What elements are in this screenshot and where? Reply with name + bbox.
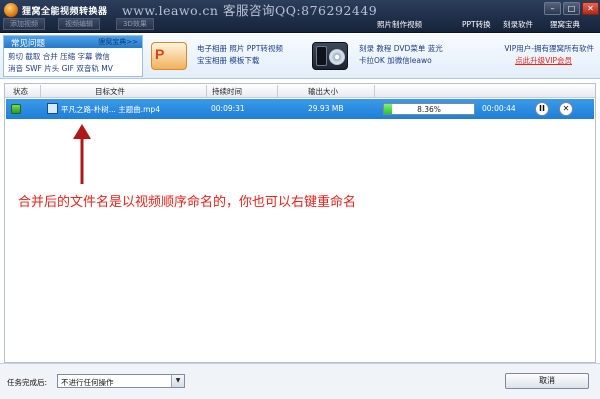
phone-icon <box>316 46 327 66</box>
faq-header: 常见问题 狸窝宝典>> <box>4 36 142 49</box>
menu-burn-software[interactable]: 刻录软件 <box>503 19 533 30</box>
faq-title: 常见问题 <box>11 39 46 49</box>
vip-info: VIP用户-拥有狸窝所有软件 <box>504 44 594 53</box>
promo-photo-line2[interactable]: 宝宝相册 模板下载 <box>197 55 259 66</box>
progress-text: 8.36% <box>417 105 441 114</box>
table-header: 状态 目标文件 持续时间 输出大小 <box>5 84 595 98</box>
header-duration[interactable]: 持续时间 <box>212 86 242 97</box>
faq-links-line2[interactable]: 消音 SWF 片头 GIF 双音轨 MV <box>8 63 113 74</box>
dvd-icon[interactable] <box>312 42 348 70</box>
column-divider <box>40 85 41 97</box>
annotation-arrow <box>73 124 91 184</box>
promo-photo-line1[interactable]: 电子相册 照片 PPT转视频 <box>197 43 283 54</box>
pause-button[interactable]: II <box>535 102 549 116</box>
minimize-button[interactable]: – <box>544 2 561 15</box>
promo-burn-line2[interactable]: 卡拉OK 加微信leawo <box>359 55 432 66</box>
disc-icon <box>329 49 345 65</box>
header-status[interactable]: 状态 <box>13 86 28 97</box>
promo-burn-line1[interactable]: 刻录 教程 DVD菜单 蓝光 <box>359 43 443 54</box>
after-task-value: 不进行任何操作 <box>61 378 114 387</box>
promo-banner: 常见问题 狸窝宝典>> 剪切 截取 合并 压缩 字幕 微信 消音 SWF 片头 … <box>0 34 600 79</box>
close-button[interactable]: ✕ <box>582 2 599 15</box>
faq-more-link[interactable]: 狸窝宝典>> <box>98 37 138 47</box>
add-video-button[interactable]: 添加视频 <box>3 18 45 30</box>
3d-effect-button[interactable]: 3D效果 <box>116 18 154 30</box>
column-divider <box>206 85 207 97</box>
check-icon <box>11 104 21 114</box>
menu-photo-video[interactable]: 照片制作视频 <box>377 19 422 30</box>
watermark: www.leawo.cn 客服咨询QQ:876292449 <box>122 3 378 18</box>
table-row[interactable]: 平凡之路-朴树... 主题曲.mp4 00:09:31 29.93 MB 8.3… <box>6 99 594 119</box>
video-file-icon <box>47 103 58 114</box>
faq-panel: 常见问题 狸窝宝典>> 剪切 截取 合并 压缩 字幕 微信 消音 SWF 片头 … <box>3 35 143 77</box>
menu-ppt-convert[interactable]: PPT转换 <box>462 19 491 30</box>
video-edit-button[interactable]: 视频编辑 <box>58 18 100 30</box>
title-bar: 狸窝全能视频转换器 www.leawo.cn 客服咨询QQ:876292449 … <box>0 0 600 33</box>
remove-button[interactable]: ✕ <box>559 102 573 116</box>
row-output-size: 29.93 MB <box>308 104 344 113</box>
progress-bar: 8.36% <box>383 103 475 115</box>
ppt-icon-letter: P <box>155 46 165 62</box>
header-output-size[interactable]: 输出大小 <box>308 86 338 97</box>
row-filename[interactable]: 平凡之路-朴树... 主题曲.mp4 <box>61 104 160 115</box>
maximize-button[interactable]: □ <box>563 2 580 15</box>
row-duration: 00:09:31 <box>211 104 245 113</box>
task-list: 状态 目标文件 持续时间 输出大小 平凡之路-朴树... 主题曲.mp4 00:… <box>4 83 596 363</box>
chevron-down-icon[interactable]: ▼ <box>171 375 184 387</box>
header-target-file[interactable]: 目标文件 <box>95 86 125 97</box>
app-logo-icon <box>4 3 18 17</box>
bottom-bar: 任务完成后: 不进行任何操作 ▼ 取消 <box>0 363 600 399</box>
column-divider <box>374 85 375 97</box>
faq-links-line1[interactable]: 剪切 截取 合并 压缩 字幕 微信 <box>8 51 110 62</box>
after-task-select[interactable]: 不进行任何操作 ▼ <box>57 374 185 388</box>
ppt-icon[interactable]: P <box>151 42 187 70</box>
column-divider <box>277 85 278 97</box>
row-remaining-time: 00:00:44 <box>482 104 516 113</box>
menu-leawo-guide[interactable]: 狸窝宝典 <box>550 19 580 30</box>
vip-upgrade-link[interactable]: 点此升级VIP会员 <box>515 55 572 66</box>
after-task-label: 任务完成后: <box>7 378 48 387</box>
app-title: 狸窝全能视频转换器 <box>22 7 108 17</box>
cancel-button[interactable]: 取消 <box>505 373 589 389</box>
annotation-text: 合并后的文件名是以视频顺序命名的，你也可以右键重命名 <box>18 195 357 210</box>
